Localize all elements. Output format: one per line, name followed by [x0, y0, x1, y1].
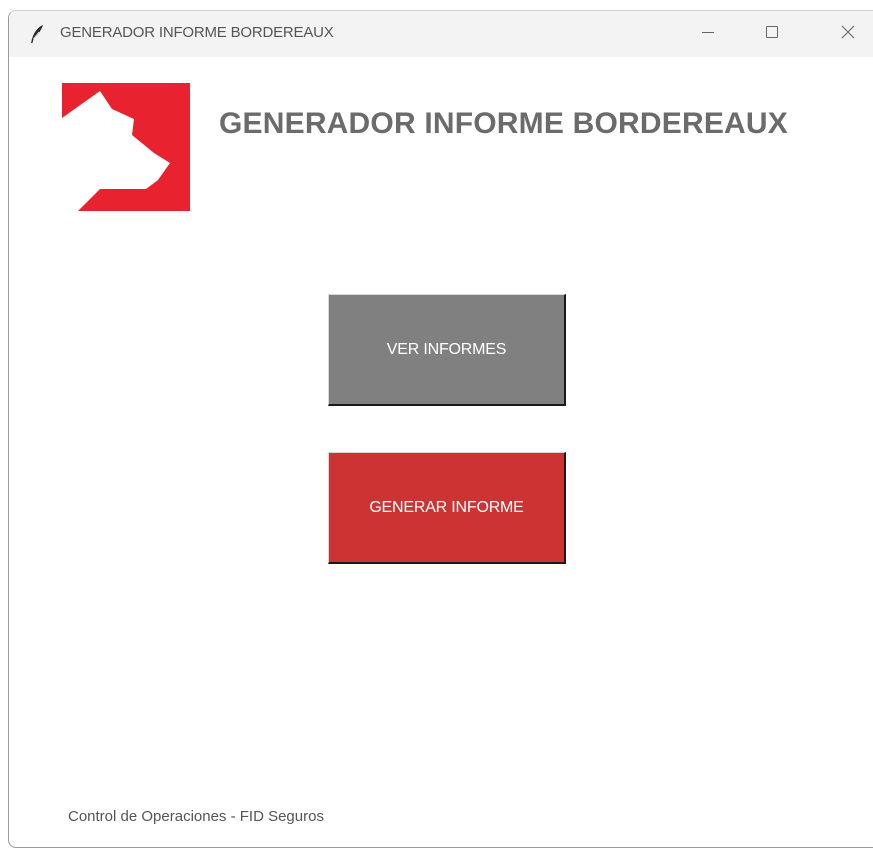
feather-icon — [29, 24, 45, 44]
view-reports-button[interactable]: VER INFORMES — [328, 294, 566, 406]
minimize-icon — [702, 25, 714, 43]
page-title: GENERADOR INFORME BORDEREAUX — [219, 107, 788, 140]
title-bar[interactable]: GENERADOR INFORME BORDEREAUX — [9, 11, 873, 57]
fid-logo — [62, 83, 190, 211]
window-title: GENERADOR INFORME BORDEREAUX — [60, 24, 334, 41]
maximize-icon — [766, 25, 778, 43]
app-window: GENERADOR INFORME BORDEREAUX GENERADOR I… — [8, 10, 873, 848]
maximize-button[interactable] — [749, 11, 795, 57]
close-button[interactable] — [825, 11, 871, 57]
close-icon — [841, 25, 855, 44]
minimize-button[interactable] — [685, 11, 731, 57]
generate-report-button[interactable]: GENERAR INFORME — [328, 452, 566, 564]
footer-text: Control de Operaciones - FID Seguros — [68, 808, 324, 825]
